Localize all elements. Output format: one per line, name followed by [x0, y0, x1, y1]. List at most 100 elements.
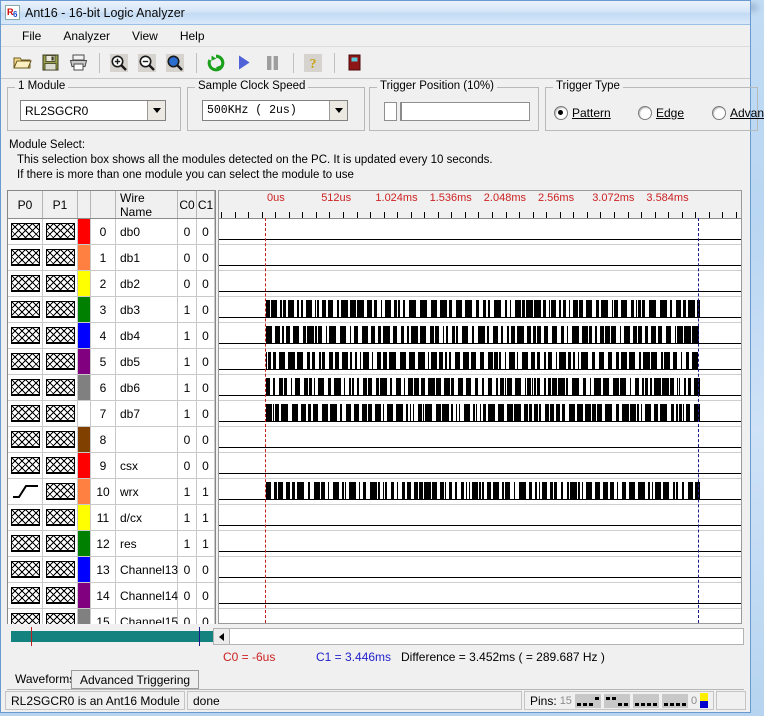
channel-wire-name[interactable]: Channel15: [116, 609, 178, 624]
pattern-swatch-icon[interactable]: [46, 327, 75, 344]
channel-p1-cell[interactable]: [43, 479, 78, 504]
trigger-type-pattern-radio[interactable]: Pattern: [554, 106, 611, 120]
channel-row[interactable]: 7db710: [8, 401, 215, 427]
menu-item-file[interactable]: File: [11, 27, 52, 45]
help-button[interactable]: ?: [300, 51, 326, 75]
channel-wire-name[interactable]: db5: [116, 349, 178, 374]
channel-color-swatch[interactable]: [78, 453, 91, 478]
pattern-swatch-icon[interactable]: [11, 535, 40, 552]
channel-p1-cell[interactable]: [43, 401, 78, 426]
channel-p1-cell[interactable]: [43, 349, 78, 374]
channel-row[interactable]: 1db100: [8, 245, 215, 271]
channel-p0-cell[interactable]: [8, 583, 43, 608]
waveform-panel[interactable]: 0us512us1.024ms1.536ms2.048ms2.56ms3.072…: [218, 190, 742, 624]
channel-p0-cell[interactable]: [8, 297, 43, 322]
exit-button[interactable]: [341, 51, 367, 75]
pattern-swatch-icon[interactable]: [11, 587, 40, 604]
trigger-type-advanced-radio[interactable]: Advan: [712, 106, 764, 120]
channel-p0-cell[interactable]: [8, 323, 43, 348]
channel-p0-cell[interactable]: [8, 375, 43, 400]
channel-p0-cell[interactable]: [8, 557, 43, 582]
channel-color-swatch[interactable]: [78, 323, 91, 348]
pattern-swatch-icon[interactable]: [11, 301, 40, 318]
channel-row[interactable]: 12res11: [8, 531, 215, 557]
time-ruler[interactable]: 0us512us1.024ms1.536ms2.048ms2.56ms3.072…: [219, 191, 741, 219]
channel-color-swatch[interactable]: [78, 245, 91, 270]
pattern-swatch-icon[interactable]: [46, 249, 75, 266]
channel-wire-name[interactable]: db1: [116, 245, 178, 270]
pattern-swatch-icon[interactable]: [11, 509, 40, 526]
slider-thumb[interactable]: [384, 102, 397, 121]
pattern-swatch-icon[interactable]: [46, 301, 75, 318]
trigger-type-edge-radio[interactable]: Edge: [638, 106, 684, 120]
channel-color-swatch[interactable]: [78, 349, 91, 374]
channel-p0-cell[interactable]: [8, 609, 43, 624]
menu-item-analyzer[interactable]: Analyzer: [52, 27, 121, 45]
print-button[interactable]: [65, 51, 91, 75]
pattern-swatch-icon[interactable]: [11, 431, 40, 448]
pattern-swatch-icon[interactable]: [46, 587, 75, 604]
pattern-swatch-icon[interactable]: [46, 431, 75, 448]
pattern-swatch-icon[interactable]: [11, 457, 40, 474]
scrollbar-track[interactable]: [230, 629, 743, 644]
channel-p1-cell[interactable]: [43, 323, 78, 348]
channel-color-swatch[interactable]: [78, 479, 91, 504]
pattern-swatch-icon[interactable]: [46, 275, 75, 292]
channel-row[interactable]: 11d/cx11: [8, 505, 215, 531]
channel-wire-name[interactable]: [116, 427, 178, 452]
channel-color-swatch[interactable]: [78, 427, 91, 452]
channel-wire-name[interactable]: db3: [116, 297, 178, 322]
channel-row[interactable]: 6db610: [8, 375, 215, 401]
cursor-c0[interactable]: [265, 218, 266, 623]
channel-p0-cell[interactable]: [8, 401, 43, 426]
cursor-c1[interactable]: [698, 218, 699, 623]
channel-row[interactable]: 2db200: [8, 271, 215, 297]
channel-row[interactable]: 800: [8, 427, 215, 453]
channel-color-swatch[interactable]: [78, 609, 91, 624]
horizontal-scrollbar[interactable]: [213, 628, 744, 645]
pattern-swatch-icon[interactable]: [46, 613, 75, 624]
channel-p0-cell[interactable]: [8, 219, 43, 244]
channel-p1-cell[interactable]: [43, 453, 78, 478]
zoom-in-button[interactable]: [106, 51, 132, 75]
channel-wire-name[interactable]: Channel14: [116, 583, 178, 608]
channel-p1-cell[interactable]: [43, 219, 78, 244]
pattern-swatch-icon[interactable]: [11, 249, 40, 266]
channel-wire-name[interactable]: csx: [116, 453, 178, 478]
pattern-swatch-icon[interactable]: [46, 483, 75, 500]
channel-p1-cell[interactable]: [43, 557, 78, 582]
pattern-swatch-icon[interactable]: [11, 613, 40, 624]
channel-row[interactable]: 4db410: [8, 323, 215, 349]
channel-p1-cell[interactable]: [43, 583, 78, 608]
channel-row[interactable]: 9csx00: [8, 453, 215, 479]
open-file-button[interactable]: [9, 51, 35, 75]
channel-color-swatch[interactable]: [78, 297, 91, 322]
channel-p0-cell[interactable]: [8, 453, 43, 478]
channel-color-swatch[interactable]: [78, 219, 91, 244]
channel-p1-cell[interactable]: [43, 271, 78, 296]
pattern-swatch-icon[interactable]: [46, 353, 75, 370]
channel-p1-cell[interactable]: [43, 531, 78, 556]
pattern-swatch-icon[interactable]: [46, 405, 75, 422]
channel-row[interactable]: 13Channel1300: [8, 557, 215, 583]
pattern-swatch-icon[interactable]: [11, 327, 40, 344]
channel-p0-cell[interactable]: [8, 479, 43, 504]
channel-color-swatch[interactable]: [78, 375, 91, 400]
channel-row[interactable]: 3db310: [8, 297, 215, 323]
pattern-swatch-icon[interactable]: [11, 353, 40, 370]
channel-wire-name[interactable]: db6: [116, 375, 178, 400]
zoom-fit-button[interactable]: [162, 51, 188, 75]
channel-row[interactable]: 0db000: [8, 219, 215, 245]
channel-wire-name[interactable]: db4: [116, 323, 178, 348]
channel-wire-name[interactable]: res: [116, 531, 178, 556]
trigger-position-slider[interactable]: [384, 102, 530, 121]
channel-p0-cell[interactable]: [8, 349, 43, 374]
channel-p0-cell[interactable]: [8, 427, 43, 452]
channel-color-swatch[interactable]: [78, 505, 91, 530]
tab-advanced-triggering[interactable]: Advanced Triggering: [71, 670, 199, 689]
channel-p0-cell[interactable]: [8, 245, 43, 270]
channel-wire-name[interactable]: Channel13: [116, 557, 178, 582]
pattern-swatch-icon[interactable]: [46, 379, 75, 396]
channel-p0-cell[interactable]: [8, 271, 43, 296]
channel-p1-cell[interactable]: [43, 245, 78, 270]
